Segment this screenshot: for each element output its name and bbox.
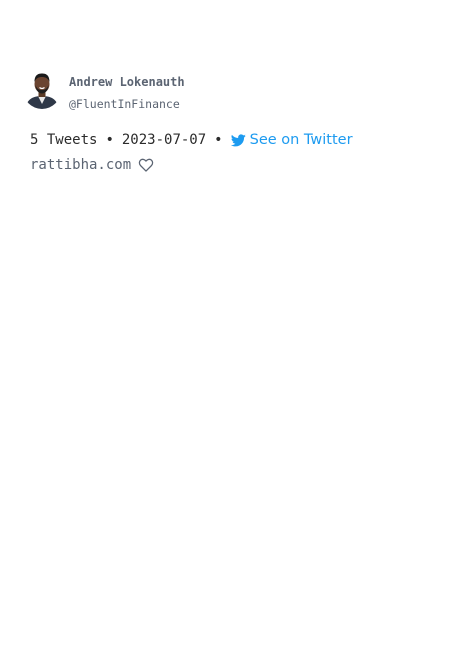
see-on-twitter-label: See on Twitter	[249, 132, 353, 148]
meta-separator: •	[214, 132, 223, 148]
tweet-count: 5 Tweets	[30, 132, 98, 148]
site-domain[interactable]: rattibha.com	[30, 157, 131, 173]
thread-date: 2023-07-07	[121, 132, 207, 148]
twitter-bird-icon	[230, 133, 246, 146]
thread-meta: 5 Tweets • 2023-07-07 • See on Twitter	[30, 132, 353, 148]
meta-separator: •	[105, 132, 114, 148]
avatar-image	[23, 71, 61, 109]
author-text: Andrew Lokenauth @FluentInFinance	[69, 75, 185, 111]
author-handle[interactable]: @FluentInFinance	[69, 97, 185, 111]
heart-icon[interactable]	[138, 158, 154, 172]
see-on-twitter-link[interactable]: See on Twitter	[230, 132, 353, 148]
author-name[interactable]: Andrew Lokenauth	[69, 75, 185, 89]
avatar[interactable]	[23, 71, 61, 109]
author-block: Andrew Lokenauth @FluentInFinance	[23, 71, 185, 111]
site-line: rattibha.com	[30, 157, 154, 173]
